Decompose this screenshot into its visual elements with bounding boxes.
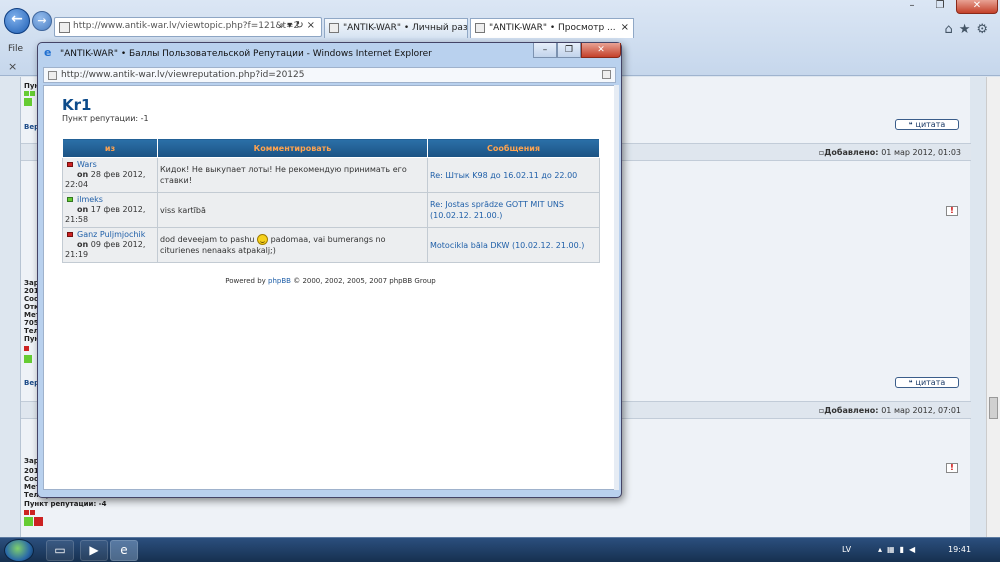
internet-explorer-taskbar-icon[interactable]: e <box>110 540 138 561</box>
popup-maximize-button[interactable]: ❐ <box>557 43 581 58</box>
tab-close-icon[interactable]: × <box>621 22 629 33</box>
media-player-taskbar-icon[interactable]: ▶ <box>80 540 108 561</box>
quote-label: цитата <box>915 120 946 129</box>
popup-close-button[interactable]: ✕ <box>581 43 621 58</box>
bg-rep-icons <box>24 509 36 517</box>
from-cell: Ganz Puljmjochik on 09 фев 2012, 21:19 <box>62 227 158 263</box>
added-label: Добавлено: <box>824 148 879 157</box>
site-favicon-icon <box>48 71 57 80</box>
popup-minimize-button[interactable]: – <box>533 43 557 58</box>
comment-cell: Кидок! Не выкупает лоты! Не рекомендую п… <box>157 157 428 193</box>
message-link[interactable]: Motocikla bāla DKW (10.02.12. 21.00.) <box>430 241 584 250</box>
language-indicator[interactable]: LV <box>842 545 851 554</box>
on-label: on <box>77 205 89 214</box>
clock[interactable]: 19:41 <box>948 545 971 554</box>
reputation-popup-window: e "ANTIK-WAR" • Баллы Пользовательской Р… <box>37 42 622 498</box>
reputation-table: из Комментировать Сообщения Wars on 28 ф… <box>62 138 600 263</box>
maximize-button[interactable]: ❐ <box>926 0 954 14</box>
message-cell: Re: Jostas sprādze GOTT MIT UNS (10.02.1… <box>427 192 600 228</box>
user-link[interactable]: Wars <box>77 160 97 169</box>
message-cell: Re: Штык K98 до 16.02.11 до 22.00 <box>427 157 600 193</box>
user-link[interactable]: Ganz Puljmjochik <box>77 230 145 239</box>
page-scrollbar[interactable] <box>986 77 1000 537</box>
username-heading: Kr1 <box>62 96 92 114</box>
menu-file[interactable]: File <box>8 44 23 54</box>
tab-favicon-icon <box>329 23 339 33</box>
quote-icon: ❝ <box>908 379 913 387</box>
message-link[interactable]: Re: Штык K98 до 16.02.11 до 22.00 <box>430 171 577 180</box>
bg-rep-icons <box>24 90 36 98</box>
powered-by-footer: Powered by phpBB © 2000, 2002, 2005, 200… <box>44 277 617 285</box>
header-messages: Сообщения <box>427 138 600 158</box>
header-from: из <box>62 138 158 158</box>
report-post-icon[interactable]: ! <box>946 463 958 473</box>
smiley-icon <box>257 234 269 245</box>
phpbb-link[interactable]: phpBB <box>268 277 291 285</box>
bg-profile-icons[interactable] <box>24 355 33 365</box>
close-window-button[interactable]: ✕ <box>956 0 998 14</box>
address-tools-icon[interactable]: ⌕▾↻× <box>279 20 318 31</box>
powered-label: Powered by <box>225 277 266 285</box>
scrollbar-thumb[interactable] <box>989 397 998 419</box>
message-link[interactable]: Re: Jostas sprādze GOTT MIT UNS (10.02.1… <box>430 200 564 220</box>
comment-text: dod deveejam to pashu <box>160 235 255 244</box>
from-cell: Wars on 28 фев 2012, 22:04 <box>62 157 158 193</box>
popup-content: Kr1 Пункт репутации: -1 из Комментироват… <box>43 85 616 490</box>
tab-label: "ANTIK-WAR" • Просмотр ... <box>489 23 616 33</box>
popup-url-bar[interactable]: http://www.antik-war.lv/viewreputation.p… <box>43 67 616 83</box>
bg-rep-icons <box>24 345 30 353</box>
positive-rep-icon <box>67 197 73 202</box>
report-post-icon[interactable]: ! <box>946 206 958 216</box>
copyright-text: © 2000, 2002, 2005, 2007 phpBB Group <box>293 277 436 285</box>
forward-button[interactable]: → <box>32 11 52 31</box>
tab-favicon-icon <box>475 23 485 33</box>
tab-view[interactable]: "ANTIK-WAR" • Просмотр ... × <box>470 18 634 38</box>
quote-button[interactable]: ❝ цитата <box>895 119 959 130</box>
close-bar-icon[interactable]: × <box>8 60 17 73</box>
explorer-taskbar-icon[interactable]: ▭ <box>46 540 74 561</box>
on-label: on <box>77 170 89 179</box>
quote-label: цитата <box>915 378 946 387</box>
added-label: Добавлено: <box>824 406 879 415</box>
reputation-points: Пункт репутации: -1 <box>62 114 149 123</box>
home-favorites-tools-icons[interactable]: ⌂★⚙ <box>944 22 994 37</box>
popup-titlebar[interactable]: e "ANTIK-WAR" • Баллы Пользовательской Р… <box>38 43 621 65</box>
site-favicon-icon <box>59 22 70 33</box>
negative-rep-icon <box>67 162 73 167</box>
tray-icons[interactable]: ▴▦▮◀ <box>878 545 920 554</box>
from-cell: ilmeks on 17 фев 2012, 21:58 <box>62 192 158 228</box>
comment-cell: dod deveejam to pashu padomaa, vai bumer… <box>157 227 428 263</box>
added-date: 01 мар 2012, 01:03 <box>881 148 961 157</box>
ie-logo-icon: e <box>44 46 52 59</box>
quote-button[interactable]: ❝ цитата <box>895 377 959 388</box>
bg-profile-icons[interactable] <box>24 517 44 528</box>
table-row: Ganz Puljmjochik on 09 фев 2012, 21:19 d… <box>62 227 600 263</box>
popup-url-text: http://www.antik-war.lv/viewreputation.p… <box>61 70 305 80</box>
comment-cell: viss kartībā <box>157 192 428 228</box>
table-row: ilmeks on 17 фев 2012, 21:58 viss kartīb… <box>62 192 600 228</box>
start-button[interactable] <box>4 539 34 562</box>
quote-icon: ❝ <box>908 121 913 129</box>
bg-profile-icons[interactable] <box>24 98 33 108</box>
on-label: on <box>77 240 89 249</box>
bg-rep-points: Пункт репутации: -4 <box>24 500 107 508</box>
back-button[interactable]: ← <box>4 8 30 34</box>
page-icon <box>602 70 611 79</box>
popup-title: "ANTIK-WAR" • Баллы Пользовательской Реп… <box>60 49 432 59</box>
user-link[interactable]: ilmeks <box>77 195 103 204</box>
address-bar[interactable]: http://www.antik-war.lv/viewtopic.php?f=… <box>54 17 322 37</box>
windows-taskbar: ▭ ▶ e LV ▴▦▮◀ 19:41 <box>0 537 1000 562</box>
tab-personal[interactable]: "ANTIK-WAR" • Личный разд... <box>324 18 468 38</box>
post-added-date: ▫Добавлено: 01 мар 2012, 07:01 <box>819 406 961 415</box>
tab-label: "ANTIK-WAR" • Личный разд... <box>343 23 468 33</box>
added-date: 01 мар 2012, 07:01 <box>881 406 961 415</box>
address-text: http://www.antik-war.lv/viewtopic.php?f=… <box>73 21 300 31</box>
table-row: Wars on 28 фев 2012, 22:04 Кидок! Не вык… <box>62 157 600 193</box>
message-cell: Motocikla bāla DKW (10.02.12. 21.00.) <box>427 227 600 263</box>
popup-scrollbar[interactable] <box>614 85 619 490</box>
header-comment: Комментировать <box>157 138 428 158</box>
negative-rep-icon <box>67 232 73 237</box>
post-added-date: ▫Добавлено: 01 мар 2012, 01:03 <box>819 148 961 157</box>
minimize-button[interactable]: – <box>898 0 926 14</box>
